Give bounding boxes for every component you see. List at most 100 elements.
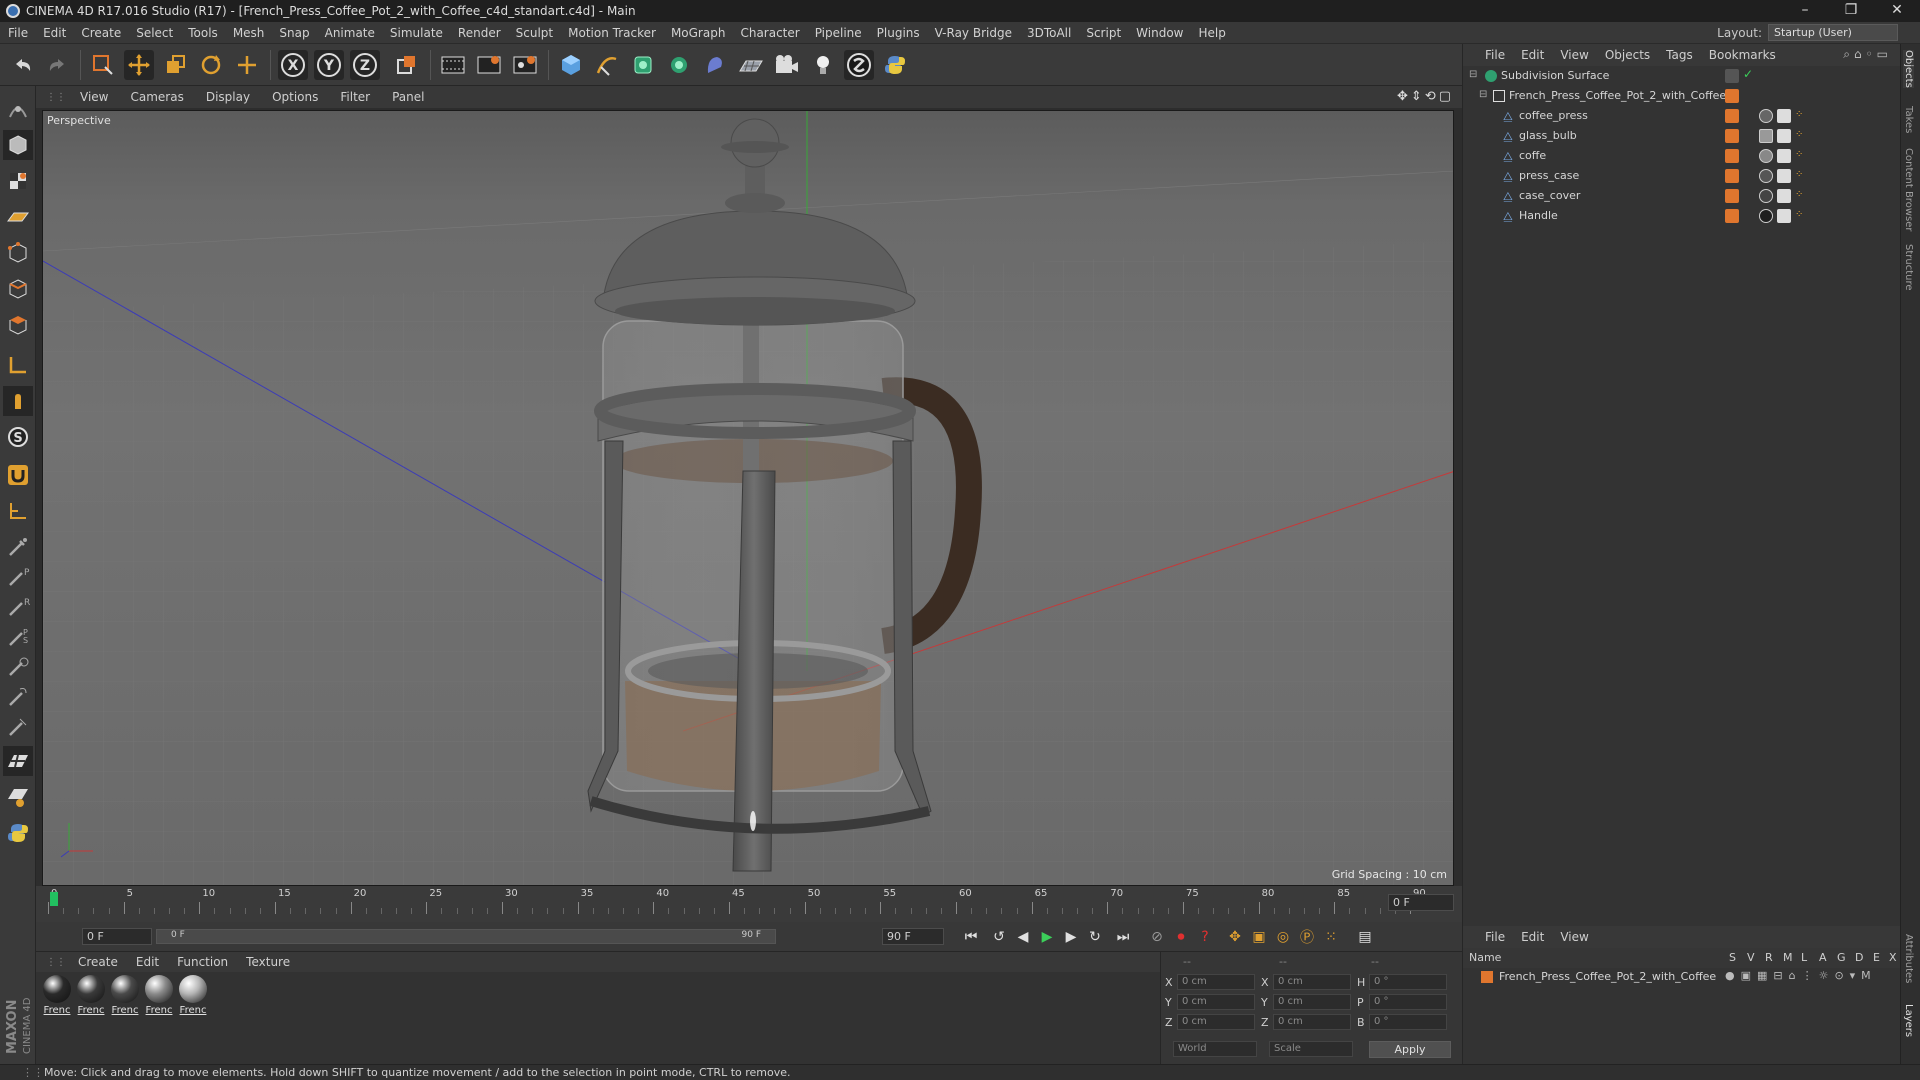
z-axis-lock-icon[interactable]: Z <box>350 50 380 80</box>
tweak-mode-icon[interactable] <box>3 386 33 416</box>
texture-tag-icon[interactable] <box>1777 209 1791 223</box>
rotation-b-field[interactable]: 0 ° <box>1369 1014 1447 1030</box>
current-frame-field[interactable]: 0 F <box>1388 894 1454 911</box>
key-rotation-icon[interactable]: ◎ <box>1272 927 1294 947</box>
size-x-field[interactable]: 0 cm <box>1273 974 1351 990</box>
timeline-ruler[interactable]: 051015202530354045505560657075808590 0 F <box>36 886 1462 922</box>
rotation-h-field[interactable]: 0 ° <box>1369 974 1447 990</box>
go-to-end-icon[interactable]: ⏭ <box>1112 927 1134 947</box>
phong-tag-icon[interactable]: ⁘ <box>1795 209 1809 223</box>
scale-tool-icon[interactable] <box>160 50 190 80</box>
scale-dropdown[interactable]: Scale <box>1269 1041 1353 1057</box>
material-tag-icon[interactable] <box>1759 149 1773 163</box>
polygons-mode-icon[interactable] <box>3 310 33 340</box>
texture-tag-icon[interactable] <box>1777 189 1791 203</box>
edges-mode-icon[interactable] <box>3 274 33 304</box>
layer-col-solo[interactable]: S <box>1729 951 1736 964</box>
layers-menu-view[interactable]: View <box>1560 930 1588 944</box>
snap-icon[interactable]: S <box>3 422 33 452</box>
texture-tag-icon[interactable] <box>1777 129 1791 143</box>
phong-tag-icon[interactable]: ⁘ <box>1795 129 1809 143</box>
sculpt-wax-icon[interactable] <box>3 682 33 712</box>
vray-logo-icon[interactable] <box>844 50 874 80</box>
timeline-layout-icon[interactable]: ▤ <box>1354 927 1376 947</box>
record-keys-icon[interactable]: ⊘ <box>1146 927 1168 947</box>
move-tool-icon[interactable] <box>124 50 154 80</box>
spline-pen-icon[interactable] <box>592 50 622 80</box>
y-axis-lock-icon[interactable]: Y <box>314 50 344 80</box>
object-row-coffee-press[interactable]: ⧋ coffee_press ⁘ <box>1463 106 1901 126</box>
phong-tag-icon[interactable]: ⁘ <box>1795 109 1809 123</box>
object-row-subdivision-surface[interactable]: ⊟ Subdivision Surface ✓ <box>1463 66 1901 86</box>
objects-search-home-icons[interactable]: ⌕⌂◦▭ <box>1843 47 1892 62</box>
magnet-icon[interactable] <box>3 460 33 490</box>
menu-pipeline[interactable]: Pipeline <box>815 26 862 40</box>
layer-color-tag[interactable] <box>1725 149 1739 163</box>
material-swatch[interactable]: Frenc <box>42 975 72 1016</box>
layer-color-tag[interactable] <box>1725 209 1739 223</box>
objects-menu-edit[interactable]: Edit <box>1521 48 1544 62</box>
play-icon[interactable]: ▶ <box>1036 927 1058 947</box>
minimize-button[interactable]: – <box>1782 0 1828 22</box>
layer-color-tag[interactable] <box>1725 89 1739 103</box>
cloner-icon[interactable] <box>664 50 694 80</box>
live-selection-icon[interactable] <box>88 50 118 80</box>
material-menu-texture[interactable]: Texture <box>246 955 290 969</box>
object-row-case-cover[interactable]: ⧋ case_cover ⁘ <box>1463 186 1901 206</box>
axis-mode-icon[interactable] <box>3 350 33 380</box>
layer-color-swatch[interactable] <box>1481 971 1493 983</box>
menu-animate[interactable]: Animate <box>325 26 375 40</box>
menu-mesh[interactable]: Mesh <box>233 26 265 40</box>
size-y-field[interactable]: 0 cm <box>1273 994 1351 1010</box>
sculpt-smooth-icon[interactable]: R <box>3 592 33 622</box>
material-menu-edit[interactable]: Edit <box>136 955 159 969</box>
collapse-icon[interactable]: ⊟ <box>1479 89 1487 100</box>
menu-script[interactable]: Script <box>1086 26 1121 40</box>
frame-range-slider[interactable]: 0 F 90 F <box>156 929 776 944</box>
layer-col-manager[interactable]: M <box>1783 951 1793 964</box>
layer-col-generators[interactable]: G <box>1837 951 1846 964</box>
menu-render[interactable]: Render <box>458 26 501 40</box>
keyframe-selection-icon[interactable]: ? <box>1194 927 1216 947</box>
viewport-menu-panel[interactable]: Panel <box>392 90 424 104</box>
tab-layers[interactable]: Layers <box>1903 1004 1914 1037</box>
layer-row[interactable]: French_Press_Coffee_Pot_2_with_Coffee ●▣… <box>1463 968 1901 986</box>
position-y-field[interactable]: 0 cm <box>1177 994 1255 1010</box>
deformer-icon[interactable] <box>700 50 730 80</box>
redo-icon[interactable] <box>42 50 72 80</box>
menu-3dtoall[interactable]: 3DToAll <box>1027 26 1071 40</box>
tab-takes[interactable]: Takes <box>1903 106 1914 133</box>
key-scale-icon[interactable]: ▣ <box>1248 927 1270 947</box>
restore-button[interactable]: ❐ <box>1828 0 1874 22</box>
x-axis-lock-icon[interactable]: X <box>278 50 308 80</box>
layer-col-render[interactable]: R <box>1765 951 1773 964</box>
layers-menu-edit[interactable]: Edit <box>1521 930 1544 944</box>
texture-tag-icon[interactable] <box>1777 109 1791 123</box>
key-position-icon[interactable]: ✥ <box>1224 927 1246 947</box>
material-swatch[interactable]: Frenc <box>76 975 106 1016</box>
world-dropdown[interactable]: World <box>1173 1041 1257 1057</box>
layer-col-expressions[interactable]: E <box>1873 951 1880 964</box>
autokeying-icon[interactable]: ⏺ <box>1170 927 1192 947</box>
previous-frame-icon[interactable]: ◀ <box>1012 927 1034 947</box>
menu-select[interactable]: Select <box>136 26 173 40</box>
layer-color-tag[interactable] <box>1725 109 1739 123</box>
layer-color-tag[interactable] <box>1725 129 1739 143</box>
enabled-check-icon[interactable]: ✓ <box>1743 67 1753 81</box>
tab-objects[interactable]: Objects <box>1903 50 1914 88</box>
points-mode-icon[interactable] <box>3 238 33 268</box>
menu-tools[interactable]: Tools <box>188 26 218 40</box>
subdivision-surface-icon[interactable] <box>628 50 658 80</box>
3d-viewport[interactable]: Perspective Grid Spacing : 10 cm <box>42 110 1454 886</box>
material-tag-icon[interactable] <box>1759 169 1773 183</box>
layer-col-animation[interactable]: A <box>1819 951 1827 964</box>
layout-dropdown[interactable]: Startup (User) <box>1768 24 1898 41</box>
material-tag-icon[interactable] <box>1759 129 1773 143</box>
menu-plugins[interactable]: Plugins <box>877 26 920 40</box>
sculpt-knife-icon[interactable] <box>3 712 33 742</box>
position-x-field[interactable]: 0 cm <box>1177 974 1255 990</box>
previous-key-icon[interactable]: ↺ <box>988 927 1010 947</box>
rotation-p-field[interactable]: 0 ° <box>1369 994 1447 1010</box>
menu-character[interactable]: Character <box>740 26 799 40</box>
layers-menu-file[interactable]: File <box>1485 930 1505 944</box>
